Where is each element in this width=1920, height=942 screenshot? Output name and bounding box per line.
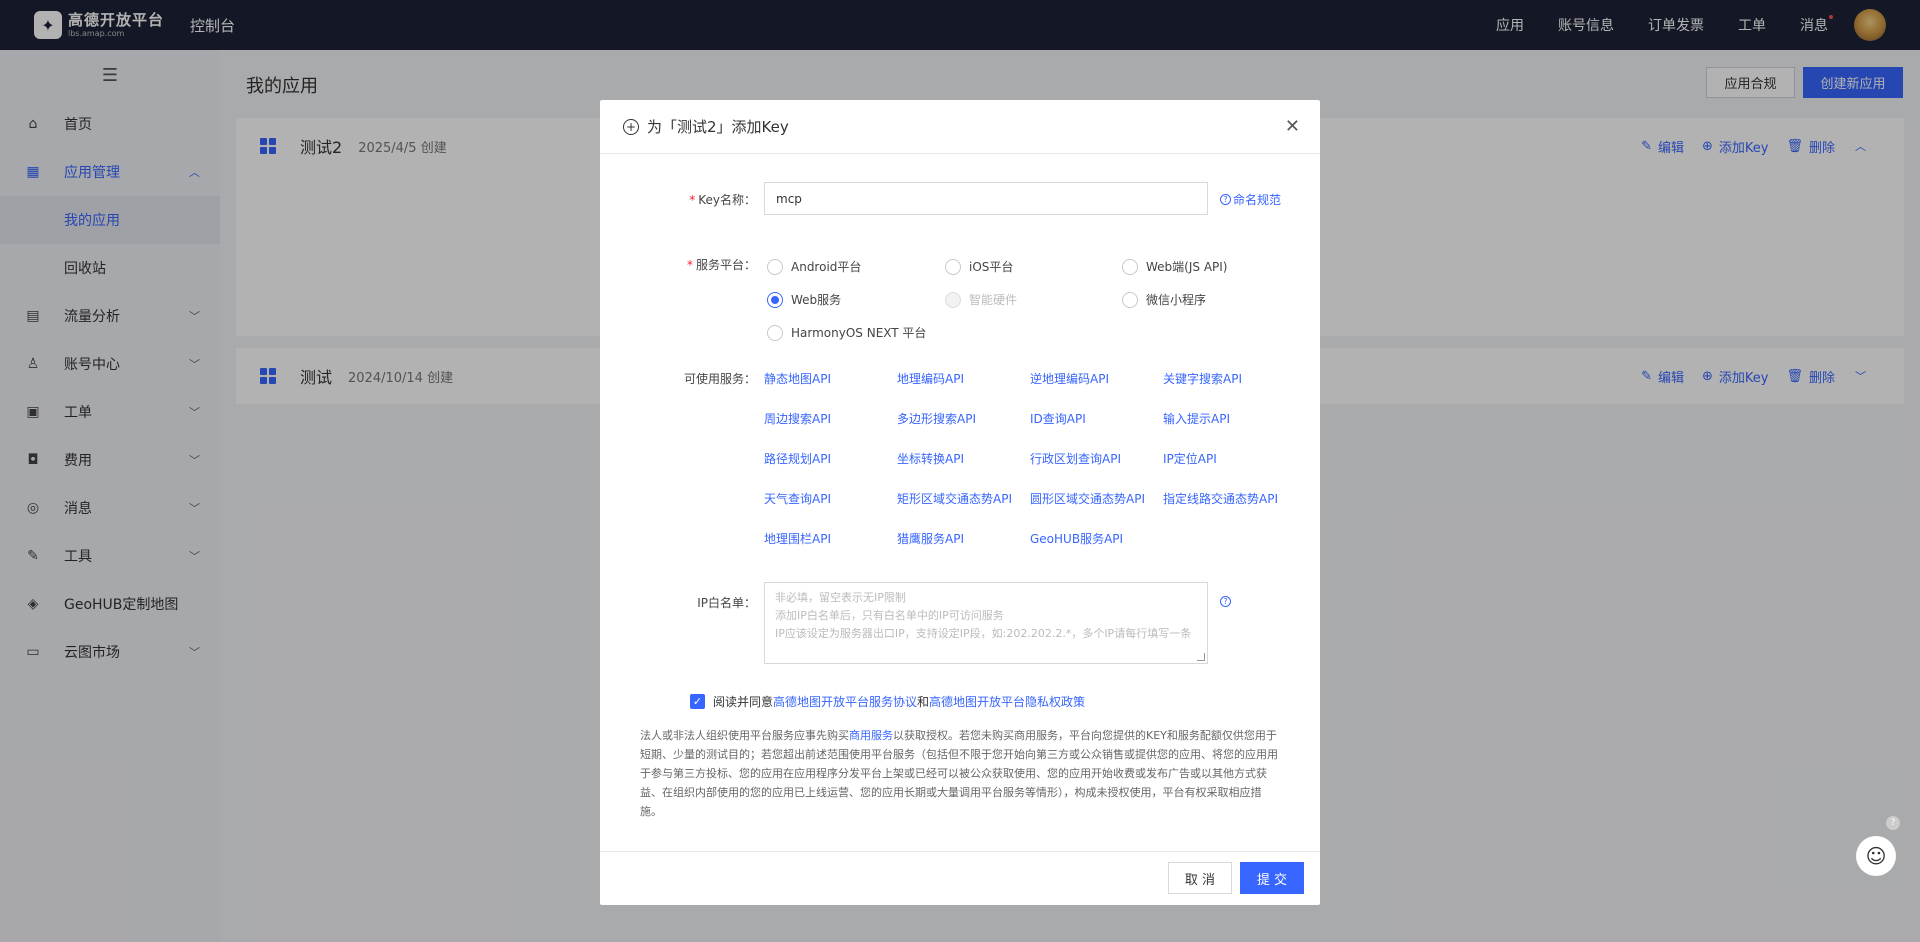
platform-radio-wechat-mini[interactable]: 微信小程序 xyxy=(1122,291,1206,308)
platform-radio-smart-hardware: 智能硬件 xyxy=(945,291,1017,308)
service-link[interactable]: 圆形区域交通态势API xyxy=(1030,490,1145,507)
resize-handle-icon[interactable] xyxy=(1197,653,1205,661)
service-link[interactable]: 行政区划查询API xyxy=(1030,450,1121,467)
help-icon[interactable]: ? xyxy=(1220,596,1231,607)
close-icon[interactable]: ✕ xyxy=(1285,116,1300,137)
cancel-button[interactable]: 取 消 xyxy=(1168,862,1232,894)
naming-rules-link[interactable]: ? 命名规范 xyxy=(1220,191,1281,208)
platform-radio-android[interactable]: Android平台 xyxy=(767,258,861,275)
platform-radio-web-service[interactable]: Web服务 xyxy=(767,291,841,308)
commercial-service-link[interactable]: 商用服务 xyxy=(849,729,893,742)
service-link[interactable]: 天气查询API xyxy=(764,490,831,507)
submit-button[interactable]: 提 交 xyxy=(1240,862,1304,894)
modal-footer: 取 消 提 交 xyxy=(600,851,1320,905)
plus-circle-icon: + xyxy=(623,118,639,135)
service-link[interactable]: ID查询API xyxy=(1030,410,1086,427)
platform-label: * 服务平台： xyxy=(686,258,756,272)
service-link[interactable]: 地理围栏API xyxy=(764,530,831,547)
add-key-modal: + 为「测试2」添加Key ✕ * Key名称： mcp ? 命名规范 * 服务平台：… xyxy=(600,100,1320,905)
key-name-input[interactable]: mcp xyxy=(764,182,1208,215)
key-name-label: * Key名称： xyxy=(689,193,756,207)
service-link[interactable]: 关键字搜索API xyxy=(1163,370,1242,387)
privacy-policy-link[interactable]: 高德地图开放平台隐私权政策 xyxy=(929,693,1085,710)
platform-radio-harmonyos[interactable]: HarmonyOS NEXT 平台 xyxy=(767,324,926,341)
help-icon: ? xyxy=(1220,194,1231,205)
platform-radio-ios[interactable]: iOS平台 xyxy=(945,258,1013,275)
ip-whitelist-textarea[interactable]: 非必填，留空表示无IP限制 添加IP白名单后，只有白名单中的IP可访问服务 IP… xyxy=(764,582,1208,664)
assistant-avatar-icon[interactable]: ☺ xyxy=(1856,836,1896,876)
service-link[interactable]: 逆地理编码API xyxy=(1030,370,1109,387)
service-link[interactable]: 输入提示API xyxy=(1163,410,1230,427)
service-link[interactable]: 路径规划API xyxy=(764,450,831,467)
service-link[interactable]: 周边搜索API xyxy=(764,410,831,427)
service-link[interactable]: IP定位API xyxy=(1163,450,1217,467)
platform-radio-web-js[interactable]: Web端(JS API) xyxy=(1122,258,1227,275)
service-link[interactable]: 猎鹰服务API xyxy=(897,530,964,547)
service-link[interactable]: 地理编码API xyxy=(897,370,964,387)
commercial-notice: 法人或非法人组织使用平台服务应事先购买商用服务以获取授权。若您未购买商用服务，平… xyxy=(640,729,1278,818)
service-agreement-link[interactable]: 高德地图开放平台服务协议 xyxy=(773,693,917,710)
service-link[interactable]: 多边形搜索API xyxy=(897,410,976,427)
services-label: 可使用服务： xyxy=(683,372,756,386)
modal-title: 为「测试2」添加Key xyxy=(647,118,789,136)
service-link[interactable]: GeoHUB服务API xyxy=(1030,530,1123,547)
service-link[interactable]: 坐标转换API xyxy=(897,450,964,467)
service-link[interactable]: 静态地图API xyxy=(764,370,831,387)
service-link[interactable]: 指定线路交通态势API xyxy=(1163,490,1278,507)
ip-whitelist-label: IP白名单： xyxy=(697,596,756,610)
agree-checkbox[interactable]: ✓ xyxy=(690,694,705,709)
help-badge-icon[interactable]: ? xyxy=(1886,816,1900,830)
service-link[interactable]: 矩形区域交通态势API xyxy=(897,490,1012,507)
agreement-row: ✓ 阅读并同意 高德地图开放平台服务协议 和 高德地图开放平台隐私权政策 xyxy=(690,693,1085,710)
